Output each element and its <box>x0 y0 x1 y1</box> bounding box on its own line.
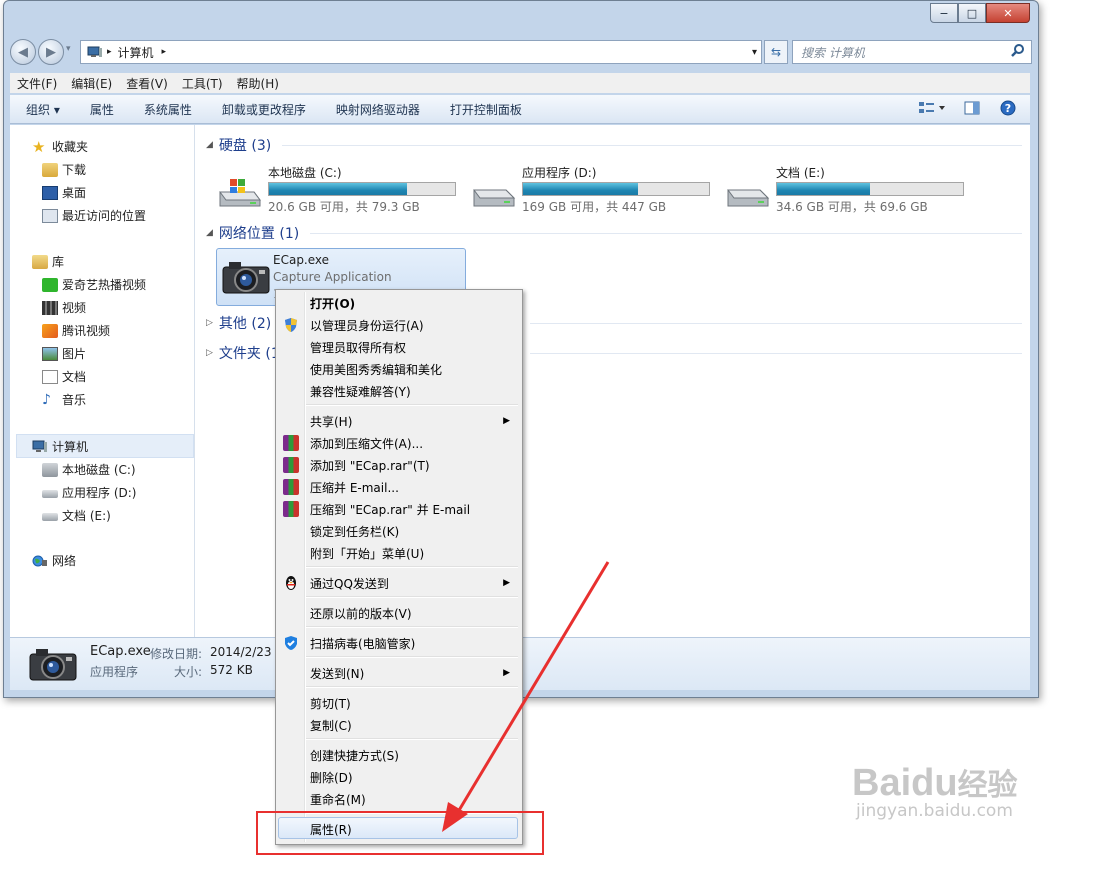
annotation-arrowhead <box>442 802 468 832</box>
annotation-arrow-line <box>456 561 610 813</box>
annotation-arrow <box>442 561 610 832</box>
